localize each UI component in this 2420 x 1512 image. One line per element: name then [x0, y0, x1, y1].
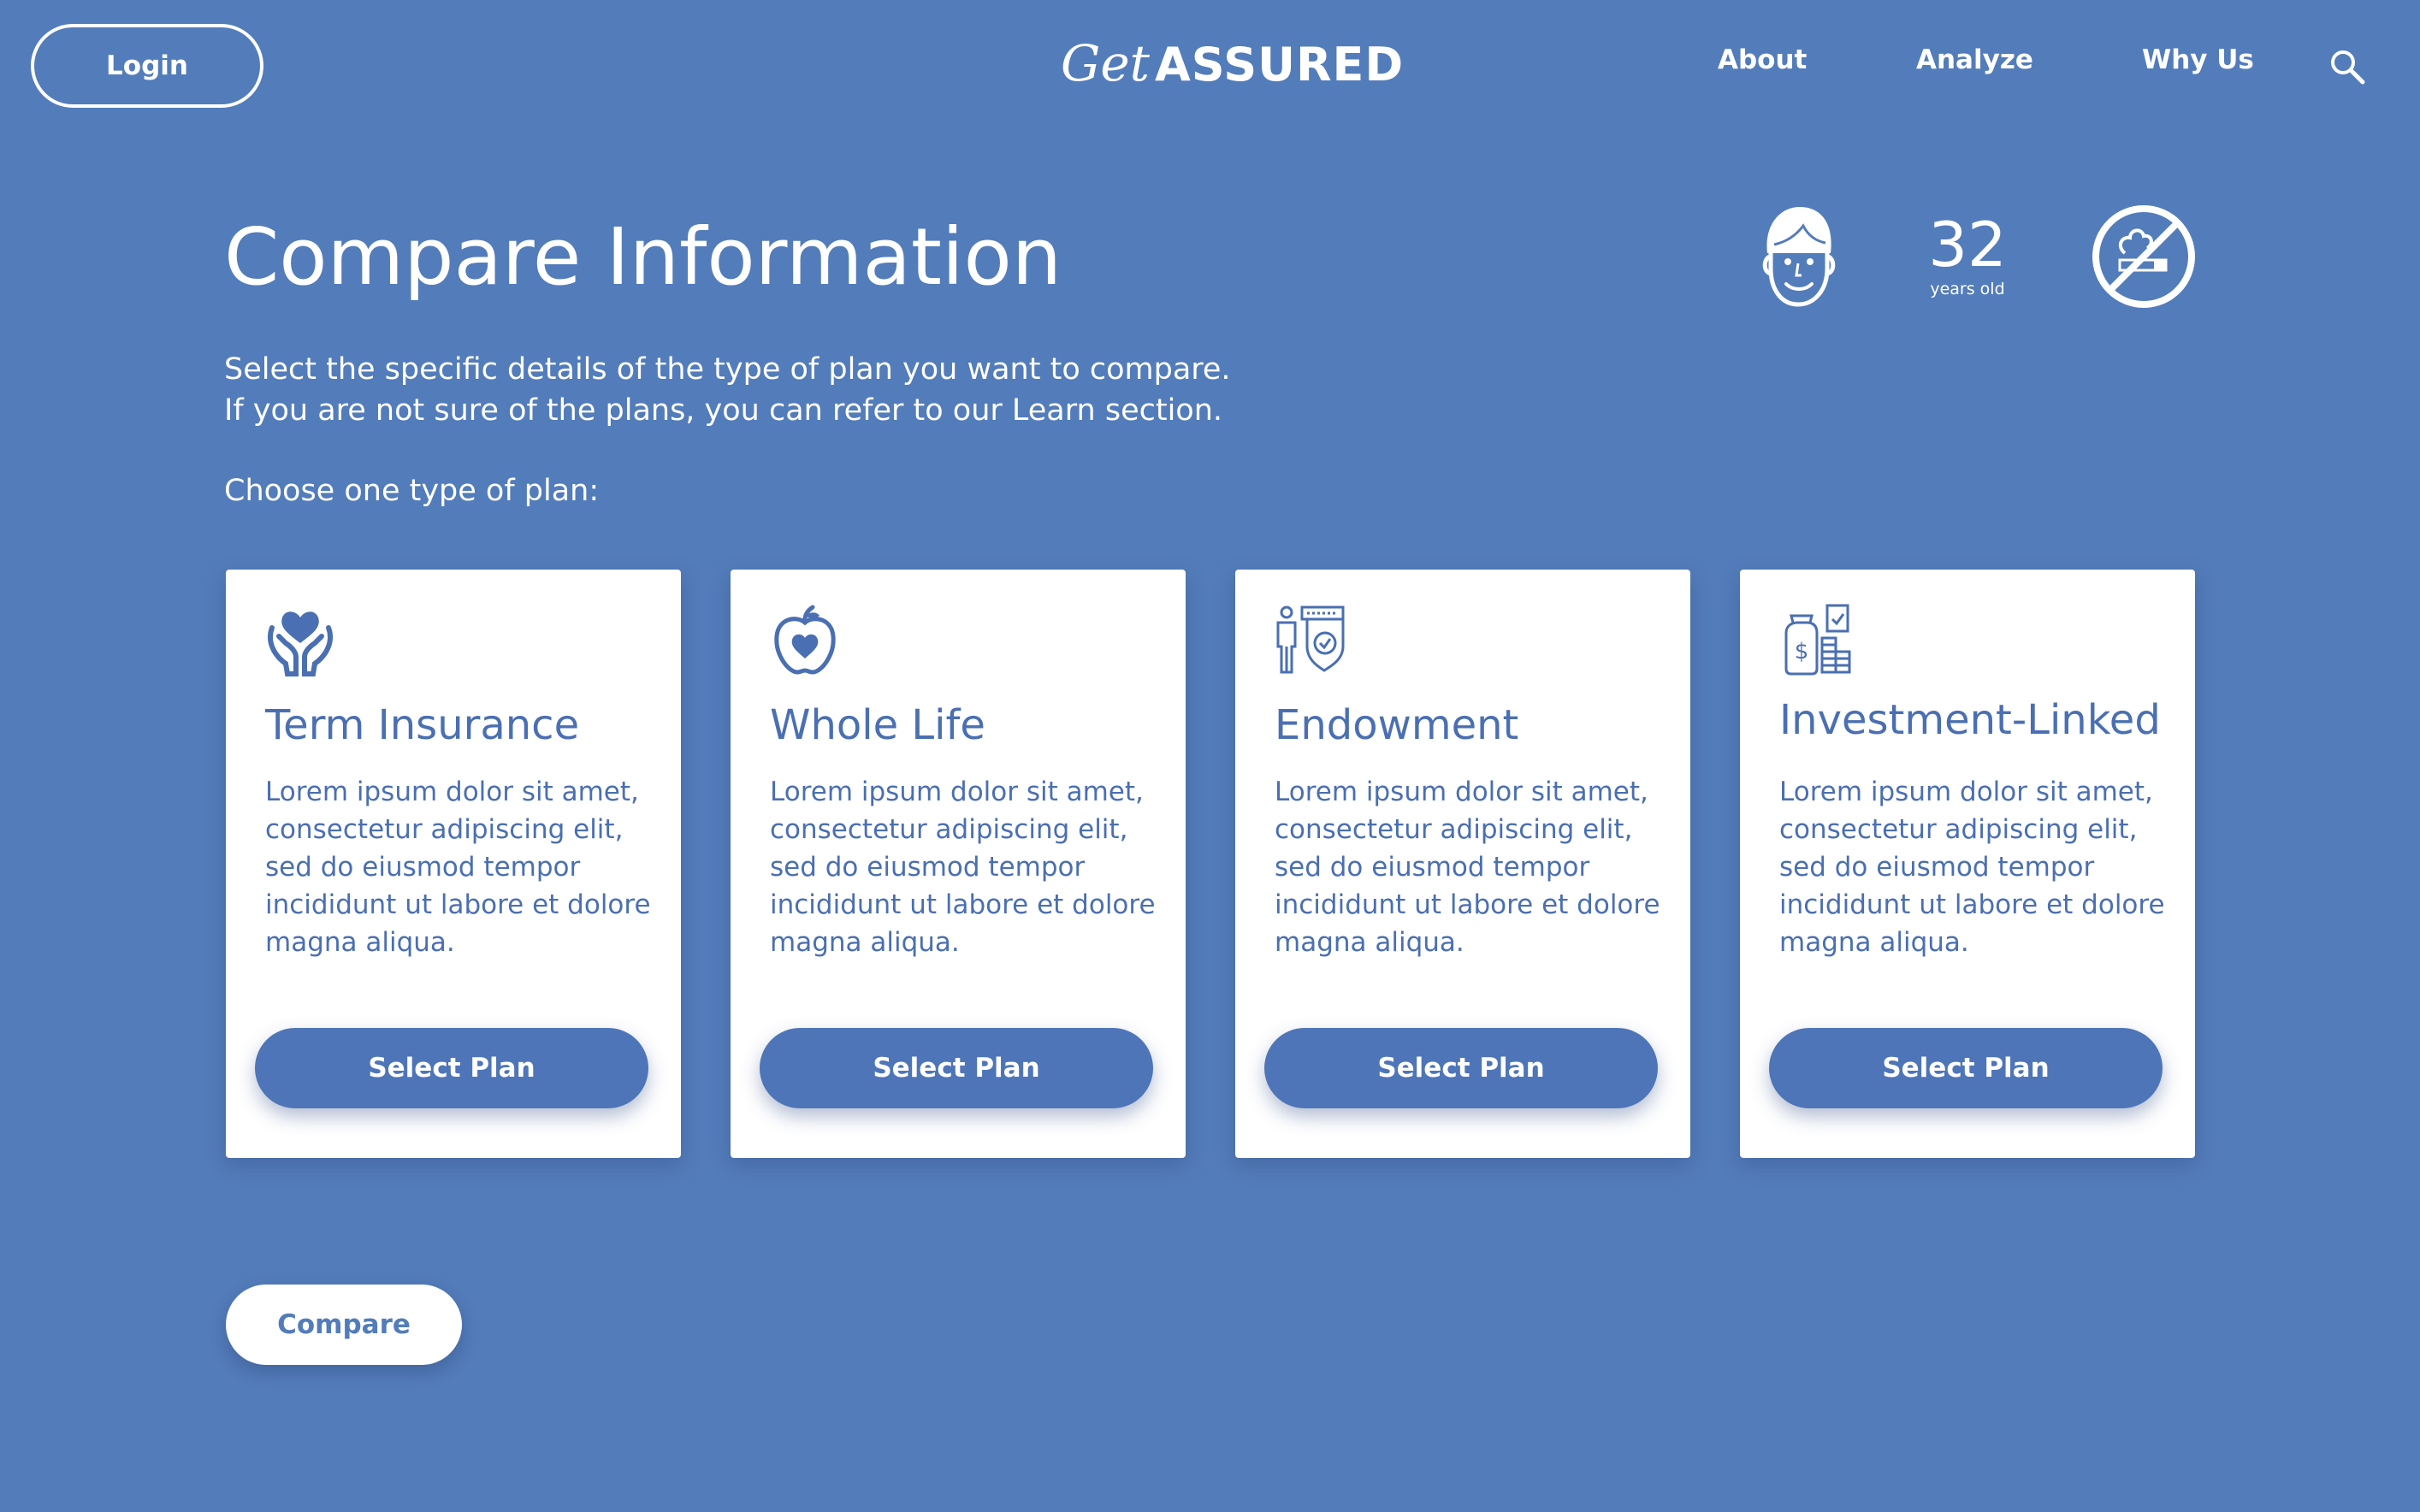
plan-card-whole-life: Whole Life Lorem ipsum dolor sit amet, c… [731, 570, 1186, 1158]
plan-description: Lorem ipsum dolor sit amet, consectetur … [1275, 777, 1660, 958]
plan-title: Term Insurance [265, 701, 580, 749]
plan-description: Lorem ipsum dolor sit amet, consectetur … [770, 777, 1156, 958]
intro-line-1: Select the specific details of the type … [224, 352, 1231, 387]
select-plan-button[interactable]: Select Plan [760, 1028, 1153, 1108]
login-button[interactable]: Login [31, 24, 263, 108]
nav-about[interactable]: About [1718, 44, 1807, 75]
age-value: 32 [1928, 209, 2007, 281]
nav-why-us[interactable]: Why Us [2142, 44, 2254, 75]
plan-card-term-insurance: Term Insurance Lorem ipsum dolor sit ame… [226, 570, 681, 1158]
plan-title: Whole Life [770, 701, 985, 749]
compare-button[interactable]: Compare [226, 1285, 462, 1365]
person-shield-icon [1276, 605, 1345, 674]
logo-script: Get [1061, 34, 1150, 92]
face-icon [1762, 207, 1836, 307]
plan-card-endowment: Endowment Lorem ipsum dolor sit amet, co… [1235, 570, 1690, 1158]
heart-hands-icon [268, 611, 333, 676]
plan-title: Endowment [1275, 701, 1519, 749]
svg-text:$: $ [1795, 639, 1809, 664]
no-smoking-icon [2092, 205, 2195, 308]
plan-description: Lorem ipsum dolor sit amet, consectetur … [265, 777, 651, 958]
profile-age: 32 years old [1899, 210, 2036, 299]
choose-plan-label: Choose one type of plan: [224, 474, 600, 508]
logo-text: ASSURED [1154, 38, 1405, 92]
page-title: Compare Information [224, 211, 1062, 303]
select-plan-button[interactable]: Select Plan [1769, 1028, 2163, 1108]
age-unit: years old [1930, 280, 2005, 298]
select-plan-button[interactable]: Select Plan [255, 1028, 648, 1108]
plan-card-investment-linked: $ Investment-Linked Lorem ipsum dolor si… [1740, 570, 2195, 1158]
nav-analyze[interactable]: Analyze [1916, 44, 2033, 75]
money-bag-coins-icon: $ [1784, 604, 1851, 676]
plan-title: Investment-Linked [1779, 696, 2161, 744]
search-icon[interactable] [2328, 48, 2366, 86]
intro-text: Select the specific details of the type … [224, 349, 1231, 431]
plan-description: Lorem ipsum dolor sit amet, consectetur … [1779, 777, 2165, 958]
intro-line-2: If you are not sure of the plans, you ca… [224, 393, 1223, 428]
apple-heart-icon [774, 605, 836, 675]
logo[interactable]: Get ASSURED [1061, 34, 1404, 103]
select-plan-button[interactable]: Select Plan [1264, 1028, 1658, 1108]
